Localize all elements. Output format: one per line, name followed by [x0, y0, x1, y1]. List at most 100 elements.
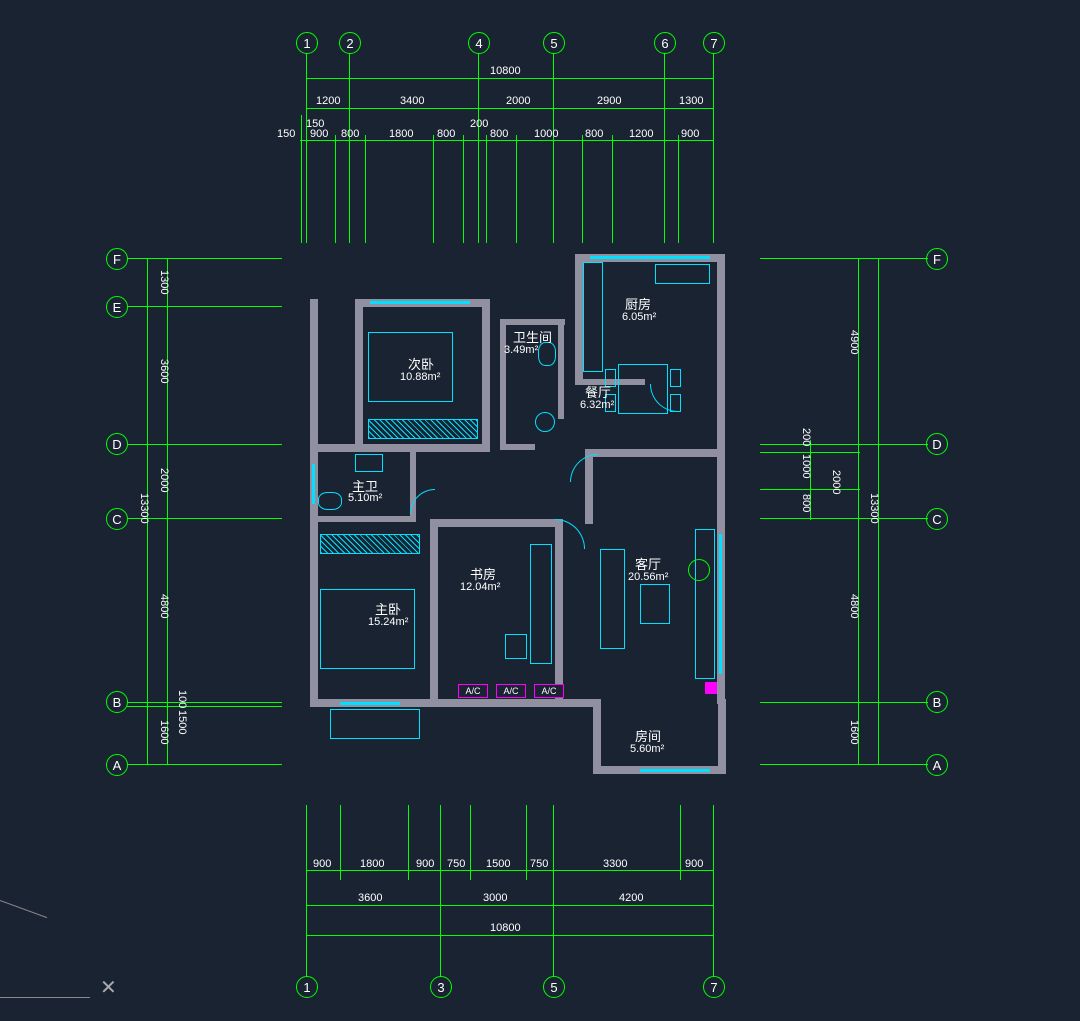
ac-unit: A/C	[534, 684, 564, 698]
grid-line-h	[127, 764, 282, 765]
furniture-counter	[583, 262, 603, 372]
grid-line-v	[713, 805, 714, 977]
furniture-sink	[535, 412, 555, 432]
dim-line	[306, 905, 714, 906]
dim-label: 1800	[360, 858, 384, 870]
dim-label: 800	[585, 128, 603, 140]
dim-line	[306, 935, 714, 936]
wall	[438, 519, 563, 527]
room-area-secbed: 10.88m²	[400, 371, 440, 383]
dim-label: 1000	[534, 128, 558, 140]
grid-bubble-right: D	[926, 433, 948, 455]
room-area-living: 20.56m²	[628, 571, 668, 583]
dim-label: 100	[176, 690, 188, 708]
dim-label: 13300	[138, 493, 150, 524]
dim-label: 800	[341, 128, 359, 140]
grid-line-h	[127, 706, 282, 707]
dim-line	[306, 870, 714, 871]
grid-bubble-bottom: 7	[703, 976, 725, 998]
wall	[430, 519, 438, 704]
room-area-masterbed: 15.24m²	[368, 616, 408, 628]
dim-label: 800	[490, 128, 508, 140]
grid-line-h	[127, 258, 282, 259]
dim-label: 3000	[483, 892, 507, 904]
cursor-line	[0, 997, 90, 998]
furniture-closet	[368, 419, 478, 439]
furniture-toilet	[318, 492, 342, 510]
wall	[500, 319, 506, 449]
grid-line-h	[760, 518, 928, 519]
grid-line-v	[365, 135, 366, 243]
wall	[718, 699, 726, 774]
furniture-sink	[655, 264, 710, 284]
grid-bubble-bottom: 1	[296, 976, 318, 998]
dim-label: 4800	[158, 594, 170, 618]
grid-bubble-right: A	[926, 754, 948, 776]
grid-line-v	[306, 53, 307, 243]
dim-label: 1300	[158, 270, 170, 294]
furniture-tv	[695, 529, 715, 679]
wall	[482, 299, 490, 449]
grid-line-h	[127, 702, 282, 703]
furniture-chair	[505, 634, 527, 659]
grid-bubble-left: C	[106, 508, 128, 530]
dim-label: 900	[313, 858, 331, 870]
grid-line-v	[349, 53, 350, 243]
grid-bubble-left: F	[106, 248, 128, 270]
dim-label: 900	[310, 128, 328, 140]
dim-label: 4900	[848, 330, 860, 354]
room-area-kitchen: 6.05m²	[622, 311, 656, 323]
wall	[435, 699, 593, 707]
dim-line	[306, 108, 714, 109]
furniture-sofa	[600, 549, 625, 649]
wall	[585, 449, 725, 457]
grid-line-v	[433, 135, 434, 243]
grid-line-h	[127, 518, 282, 519]
grid-line-v	[582, 135, 583, 243]
dim-label: 3400	[400, 95, 424, 107]
dim-label: 1500	[176, 710, 188, 734]
grid-line-v	[678, 135, 679, 243]
dim-label: 1800	[389, 128, 413, 140]
dim-label: 1600	[848, 720, 860, 744]
dim-label: 4800	[848, 594, 860, 618]
grid-line-v	[553, 805, 554, 977]
grid-line-v	[463, 135, 464, 243]
wall	[310, 444, 490, 452]
window	[370, 301, 470, 304]
dim-label: 1600	[158, 720, 170, 744]
room-area-dining: 6.32m²	[580, 399, 614, 411]
dim-label: 1200	[316, 95, 340, 107]
grid-bubble-top: 1	[296, 32, 318, 54]
dim-label: 4200	[619, 892, 643, 904]
grid-bubble-left: D	[106, 433, 128, 455]
grid-bubble-top: 7	[703, 32, 725, 54]
room-area-masterbath: 5.10m²	[348, 492, 382, 504]
dim-label: 3600	[358, 892, 382, 904]
grid-line-h	[127, 306, 282, 307]
dim-label: 13300	[868, 493, 880, 524]
cursor-indicator: ✕	[100, 975, 117, 1000]
grid-bubble-top: 6	[654, 32, 676, 54]
dim-label: 800	[800, 494, 812, 512]
grid-line-v	[301, 115, 302, 243]
window	[312, 464, 315, 504]
grid-line-v	[553, 53, 554, 243]
grid-line-h	[760, 764, 928, 765]
dim-line-v	[167, 258, 168, 765]
grid-bubble-left: B	[106, 691, 128, 713]
room-area-study: 12.04m²	[460, 581, 500, 593]
dim-label: 3600	[158, 359, 170, 383]
window	[340, 702, 400, 705]
wall	[355, 299, 363, 449]
dim-label: 750	[530, 858, 548, 870]
grid-line-v	[470, 805, 471, 880]
wall	[575, 254, 583, 384]
dim-label: 1300	[679, 95, 703, 107]
grid-line-v	[478, 53, 479, 243]
grid-bubble-left: E	[106, 296, 128, 318]
dim-label: 1500	[486, 858, 510, 870]
dim-label: 10800	[490, 922, 521, 934]
window	[719, 534, 722, 674]
grid-line-v	[340, 805, 341, 880]
